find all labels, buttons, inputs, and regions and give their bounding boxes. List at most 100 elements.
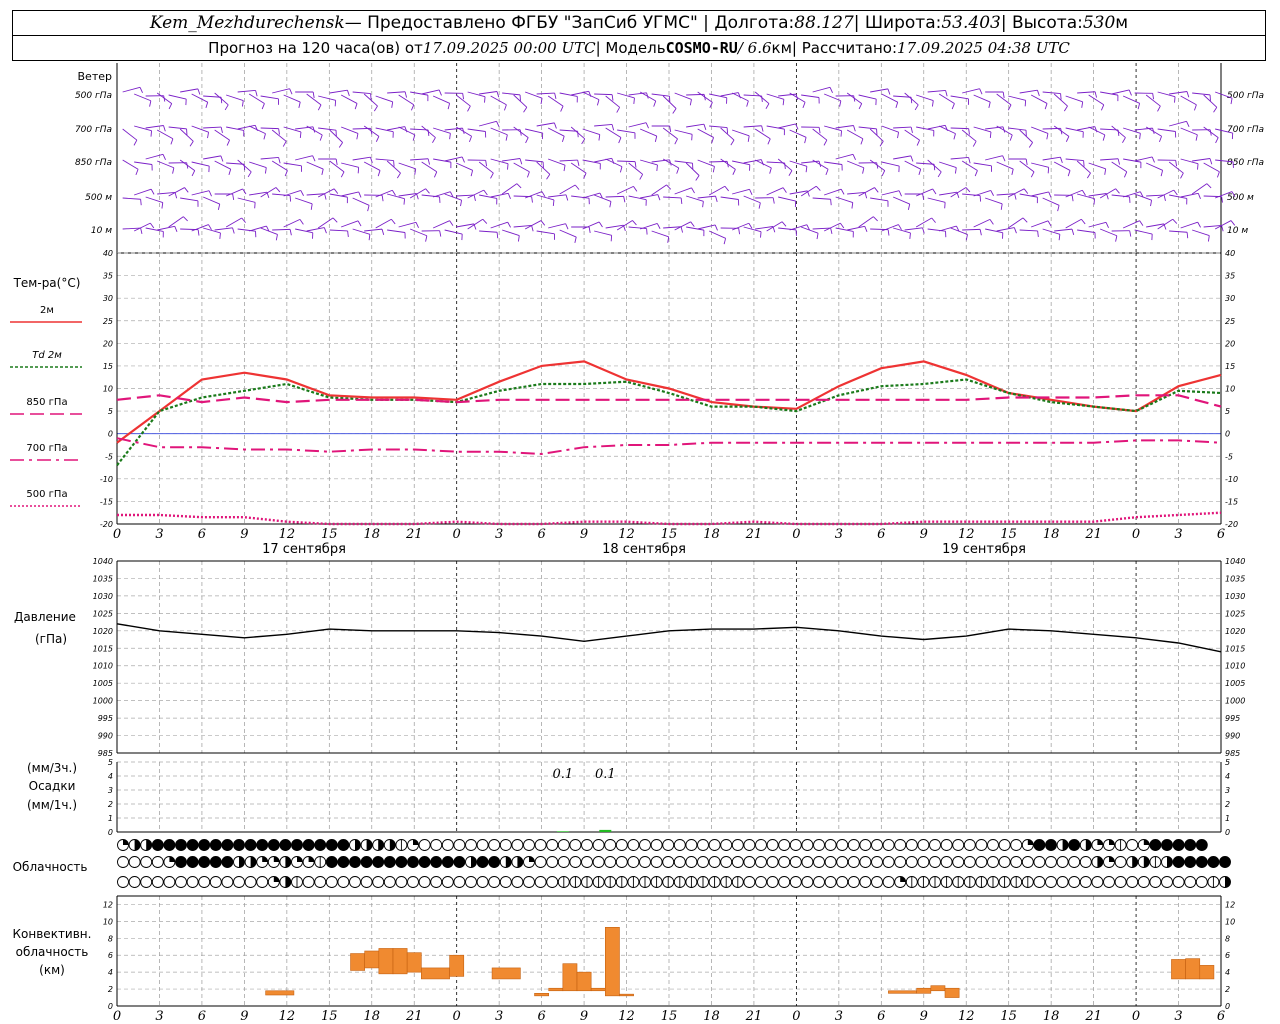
- wind-barb-feather: [680, 197, 683, 204]
- wind-barb: [674, 129, 693, 135]
- cloud-circle: [1195, 876, 1208, 888]
- wind-barb: [1134, 156, 1153, 162]
- wind-barb: [973, 126, 992, 133]
- cloud-circle: [488, 839, 501, 851]
- temperature-tick-right: -20: [1225, 520, 1238, 529]
- cloud-circle: [685, 856, 698, 868]
- wind-barb-feather: [1206, 183, 1212, 189]
- wind-barb: [479, 194, 497, 199]
- wind-barb-feather: [310, 203, 313, 210]
- wind-barb-feather: [633, 97, 635, 104]
- wind-barb-feather: [979, 88, 983, 95]
- x-tick-label: 21: [1084, 527, 1102, 542]
- wind-barb: [662, 158, 679, 169]
- cloud-circle: [592, 856, 605, 868]
- wind-barb-feather: [656, 164, 658, 171]
- x-tick-label: 21: [405, 527, 423, 542]
- wind-barb: [1157, 91, 1176, 98]
- cloud-mark: [1184, 839, 1196, 851]
- wind-barb: [1077, 229, 1096, 233]
- wind-barb: [295, 228, 313, 234]
- temperature-tick-left: 0: [108, 430, 113, 439]
- wind-barb: [306, 227, 325, 232]
- cloud-circle: [430, 876, 443, 888]
- convective-bar: [392, 948, 408, 975]
- wind-barb: [1019, 89, 1038, 94]
- wind-barb-feather: [1065, 136, 1070, 142]
- wind-barb: [513, 162, 530, 173]
- wind-barb-feather: [931, 100, 934, 107]
- wind-barb-feather: [972, 141, 977, 147]
- cloud-circle: [546, 839, 559, 851]
- wind-barb: [870, 88, 888, 93]
- wind-barb-feather: [609, 201, 612, 208]
- wind-barb-feather: [839, 222, 845, 229]
- wind-barb-feather: [208, 190, 212, 197]
- cloud-circle: [349, 876, 361, 888]
- wind-barb: [962, 228, 981, 231]
- wind-barb-feather: [979, 229, 982, 236]
- wind-barb: [122, 128, 138, 141]
- legend-label: 2м: [40, 305, 54, 316]
- wind-barb: [1007, 188, 1025, 198]
- wind-barb: [479, 230, 498, 233]
- pressure-tick-left: 1020: [93, 627, 113, 636]
- x-tick-label: 18: [363, 1009, 380, 1024]
- wind-title: Ветер: [78, 70, 112, 83]
- temperature-tick-left: 25: [103, 317, 113, 326]
- wind-barb: [179, 159, 195, 171]
- wind-barb-feather: [484, 96, 486, 103]
- convective-bar: [562, 963, 578, 992]
- wind-barb-feather: [561, 136, 565, 143]
- convective-bar: [1185, 958, 1201, 980]
- wind-barb: [858, 187, 875, 197]
- cloud-circle: [569, 839, 582, 851]
- wind-barb-feather: [507, 163, 509, 170]
- wind-barb-feather: [438, 89, 442, 96]
- wind-barb: [881, 125, 899, 133]
- cloud-circle: [1126, 876, 1139, 888]
- cloud-mark: [134, 839, 141, 851]
- wind-barb-feather: [1151, 156, 1155, 163]
- wind-barb: [467, 91, 486, 98]
- wind-barb: [536, 194, 555, 201]
- convective-bar: [916, 987, 932, 994]
- wind-barb: [846, 92, 862, 104]
- cloud-circle: [743, 876, 756, 888]
- cloud-circle: [813, 856, 825, 868]
- wind-barb-feather: [289, 88, 293, 95]
- wind-barb-feather: [140, 199, 142, 206]
- wind-barb-feather: [864, 226, 868, 232]
- wind-barb: [191, 93, 208, 103]
- wind-barb-feather: [916, 139, 920, 146]
- wind-barb: [318, 127, 337, 131]
- cloud-circle: [418, 839, 431, 851]
- wind-barb-feather: [447, 103, 451, 110]
- cloud-circle: [824, 856, 837, 868]
- temperature-tick-left: -15: [100, 497, 113, 506]
- wind-barb-feather: [1000, 203, 1003, 210]
- wind-barb-feather: [761, 125, 764, 132]
- wind-barb-feather: [1173, 189, 1178, 196]
- wind-barb-feather: [367, 205, 370, 212]
- wind-barb: [525, 128, 543, 134]
- temperature-tick-left: -10: [100, 475, 113, 484]
- x-tick-label: 18: [1043, 1009, 1060, 1024]
- wind-barb-feather: [1071, 228, 1075, 236]
- wind-barb-feather: [618, 137, 622, 144]
- wind-barb-feather: [1152, 93, 1155, 100]
- cloud-circle: [1172, 876, 1185, 888]
- wind-barb-feather: [897, 132, 900, 139]
- wind-barb: [927, 197, 946, 203]
- temperature-tick-right: 25: [1225, 317, 1235, 326]
- wind-barb: [985, 228, 1003, 234]
- cloud-circle: [140, 876, 153, 888]
- cloud-circle: [383, 876, 396, 888]
- cloud-circle: [569, 856, 582, 868]
- wind-barb: [846, 160, 865, 169]
- wind-barb-feather: [449, 133, 451, 140]
- x-tick-label: 3: [835, 527, 843, 542]
- wind-barb: [582, 192, 601, 199]
- wind-barb: [1145, 126, 1162, 137]
- cloud-circle: [801, 876, 814, 888]
